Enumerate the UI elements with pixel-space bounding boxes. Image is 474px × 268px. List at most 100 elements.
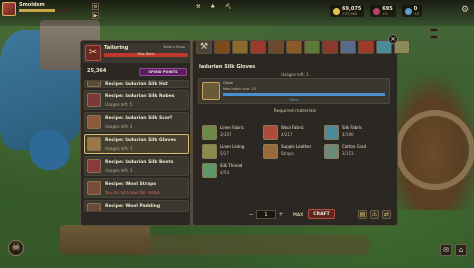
material-qty: 4/217 [281,132,293,137]
resource-bar: 69,075 +27,900 695 +0 0 +0 [330,5,422,17]
list-item[interactable]: Recipe: Iadurian Silk Scarf Usages left:… [84,112,189,132]
profession-tabs: ⚒ [196,40,410,54]
material-qty: 5/27 [220,151,229,156]
hammer-icon[interactable]: ⚒ [196,40,212,54]
tree-icon[interactable]: ♣ [210,4,214,10]
material-name: Silk Thread [220,163,243,168]
avatar[interactable] [2,2,16,16]
gems-resource[interactable]: 695 +0 [370,5,396,17]
arena[interactable] [395,110,474,190]
gold-icon [333,7,340,15]
material-qty: 3/153 [342,151,354,156]
boots-icon [87,159,101,173]
chat-icon[interactable]: ✉ [440,244,452,256]
required-materials-title: Required materials [273,109,317,114]
side-buttons [430,28,438,39]
list-item[interactable]: Recipe: Wool Straps You do not know this… [84,178,189,198]
tailoring-rank-bar: Max Rank [104,52,188,57]
craft-button[interactable]: CRAFT [308,209,335,219]
quantity-input[interactable]: 1 [256,210,276,219]
material-name: Cotton Cord [342,144,366,149]
recipe-title: Iadurian Silk Gloves [199,64,256,70]
material-item[interactable]: Cotton Cord 3/153 [324,143,384,163]
premium-resource[interactable]: 0 +0 [401,5,422,17]
swap-icon[interactable]: ⇄ [382,210,391,219]
list-item[interactable]: Recipe: Iadurian Silk Robes Usages left:… [84,90,189,110]
decrease-button[interactable]: − [247,210,255,219]
list-item[interactable]: Recipe: Iadurian Silk Hat [84,80,189,88]
cotton-cord-icon [324,144,339,159]
list-item[interactable]: Recipe: Wool Padding [84,200,189,212]
material-item[interactable]: Wool Fabric 4/217 [263,124,323,144]
material-qty: 3/307 [220,132,232,137]
material-qty: 4/54 [220,170,229,175]
recipe-name: Recipe: Wool Padding [105,204,161,209]
material-name: Linen Fabric [220,125,245,130]
tab-profession-3[interactable] [232,40,248,54]
recipe-name: Recipe: Wool Straps [105,182,157,187]
recipe-list: Recipe: Iadurian Silk Hat Recipe: Iaduri… [84,80,189,214]
play-icon[interactable]: ▶ [92,12,99,19]
material-item[interactable]: Silk Thread 4/54 [202,162,262,182]
hud-quick-icons: ≡ ▶ [92,3,99,19]
list-item[interactable]: Recipe: Iadurian Silk Boots Usages left:… [84,156,189,176]
tab-profession-9[interactable] [340,40,356,54]
side-button-2[interactable] [430,35,438,39]
side-button-1[interactable] [430,28,438,32]
output-type: Glove [223,81,234,85]
player-name: Smoldsm [19,2,45,8]
leather-straps-icon [263,144,278,159]
skull-icon[interactable]: ☠ [8,240,24,256]
craft-progress-bar [223,93,385,96]
gold-rate: +27,900 [342,12,358,16]
recipe-usages-left: Usages left: 1 [281,72,309,77]
axe-icon[interactable]: ⚒ [196,4,200,10]
material-item[interactable]: Supple Leather Straps [263,143,323,163]
village-huts[interactable] [60,225,150,255]
gear-icon[interactable]: ⚙ [460,5,470,15]
recipe-unknown-note: You do not know this recipe [105,190,160,195]
warning-icon[interactable]: ⚠ [370,210,379,219]
points-row: 25,364 [87,68,106,74]
tab-profession-2[interactable] [214,40,230,54]
tab-profession-10[interactable] [358,40,374,54]
player-panel[interactable]: Smoldsm [2,2,71,16]
tab-profession-8[interactable] [322,40,338,54]
linen-lining-icon [202,144,217,159]
material-qty: Straps [281,151,294,156]
max-button[interactable]: MAX [293,212,303,217]
padding-icon [87,203,101,211]
material-item[interactable]: Silk Fabric 4/190 [324,124,384,144]
gold-resource[interactable]: 69,075 +27,900 [330,5,365,17]
tailoring-title: Tailoring [104,45,129,51]
tab-profession-4[interactable] [250,40,266,54]
needle-icon: ✂ [85,45,101,61]
pickaxe-icon[interactable]: ⛏ [225,4,231,10]
recipe-name: Recipe: Iadurian Silk Hat [105,82,168,87]
recipe-usages: Usages left: 3 [105,168,133,173]
scarf-icon [87,115,101,129]
recipe-name: Recipe: Iadurian Silk Boots [105,160,174,165]
robe-icon [87,93,101,107]
tailor-shop-label: Tailor's Shop [163,45,185,49]
craft-extra-icons: ▤ ⚠ ⇄ [358,210,391,219]
silk-fabric-icon [324,125,339,140]
increase-button[interactable]: + [277,210,285,219]
straps-icon [87,181,101,195]
menu-icon[interactable]: ≡ [92,3,99,10]
tab-profession-6[interactable] [286,40,302,54]
max-batch-size: Max batch size: 10 [223,87,256,91]
close-icon[interactable]: × [388,34,398,44]
book-icon[interactable]: ▤ [358,210,367,219]
player-xp-bar [19,9,71,12]
silk-thread-icon [202,163,217,178]
spend-points-button[interactable]: SPEND POINTS [139,68,187,76]
river-bend [30,130,70,170]
map-icon[interactable]: ⌂ [455,244,467,256]
material-name: Silk Fabric [342,125,363,130]
material-item[interactable]: Linen Lining 5/27 [202,143,262,163]
material-item[interactable]: Linen Fabric 3/307 [202,124,262,144]
list-item-selected[interactable]: Recipe: Iadurian Silk Gloves Usages left… [84,134,189,154]
tab-profession-5[interactable] [268,40,284,54]
tab-profession-7[interactable] [304,40,320,54]
